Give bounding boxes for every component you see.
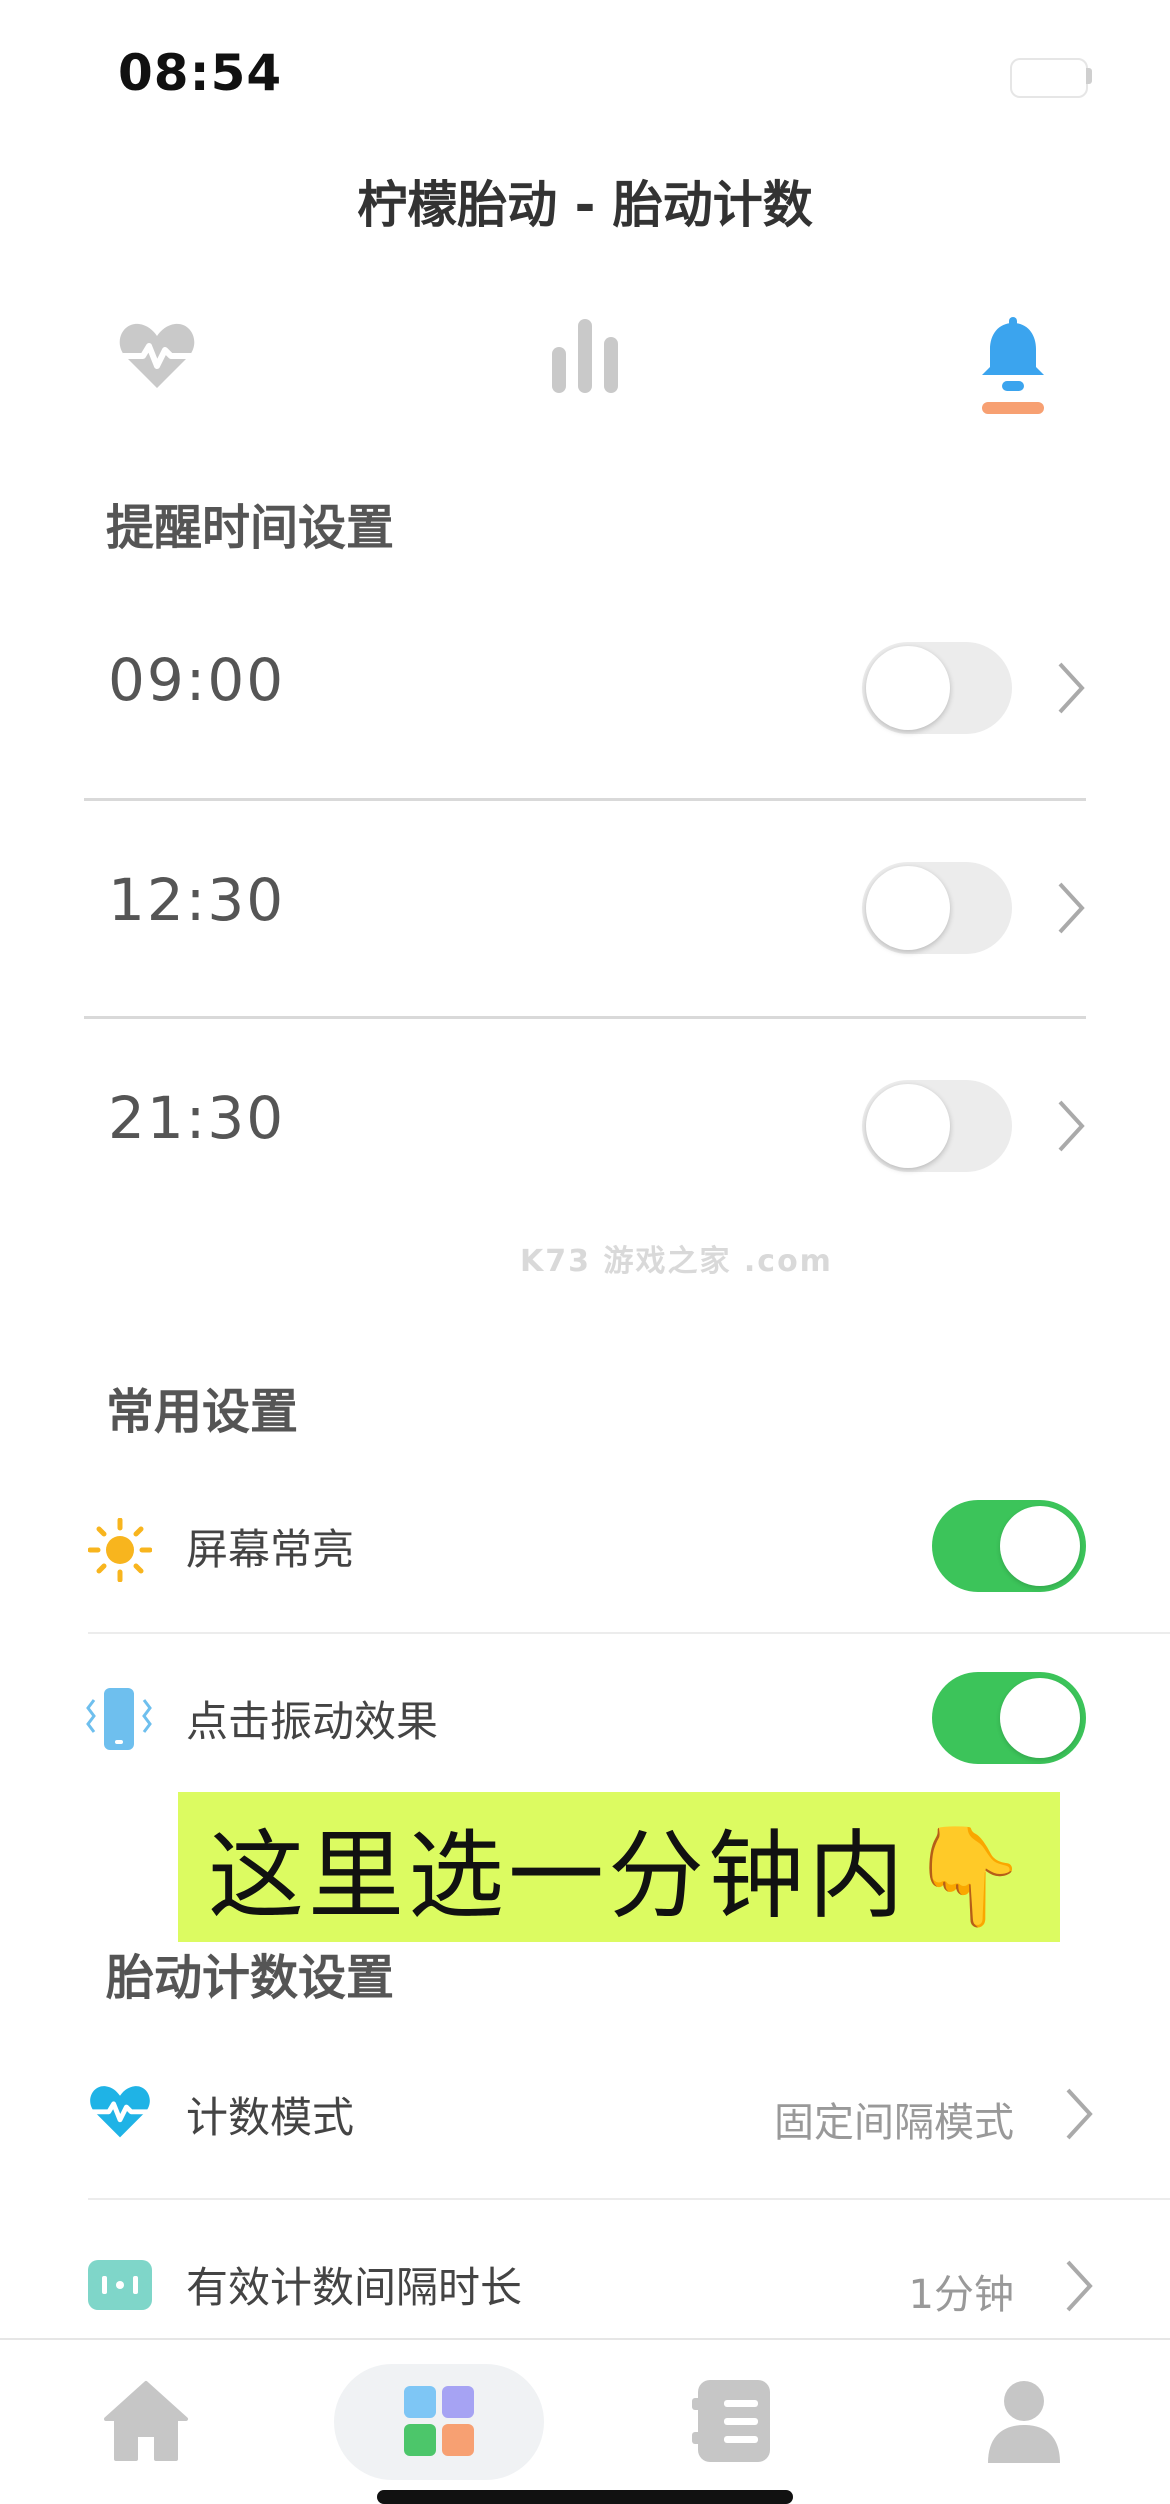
toggle-knob xyxy=(1000,1506,1080,1586)
chevron-right-icon[interactable] xyxy=(1050,658,1090,718)
page-title: 柠檬胎动 - 胎动计数 xyxy=(357,176,813,234)
heart-pulse-icon xyxy=(119,323,195,388)
common-section-title: 常用设置 xyxy=(106,1384,299,1440)
annotation-banner: 这里选一分钟内👇 xyxy=(178,1792,1060,1942)
home-icon xyxy=(104,2381,188,2461)
screen-on-toggle[interactable] xyxy=(932,1500,1086,1592)
divider xyxy=(88,1632,1170,1634)
divider xyxy=(84,1016,1086,1019)
reminder-toggle-2[interactable] xyxy=(862,862,1012,954)
interval-icon xyxy=(88,2260,152,2310)
list-icon xyxy=(692,2380,770,2462)
heart-pulse-icon xyxy=(90,2086,150,2138)
annotation-text: 这里选一分钟内👇 xyxy=(208,1819,1032,1932)
reminder-time-3: 21:30 xyxy=(108,1084,286,1152)
count-mode-value[interactable]: 固定间隔模式 xyxy=(680,2090,1014,2148)
chevron-right-icon[interactable] xyxy=(1050,1096,1090,1156)
reminder-toggle-3[interactable] xyxy=(862,1080,1012,1172)
toggle-knob xyxy=(866,866,950,950)
interval-value[interactable]: 1分钟 xyxy=(780,2262,1014,2320)
chevron-right-icon[interactable] xyxy=(1058,2256,1098,2316)
chevron-right-icon[interactable] xyxy=(1050,878,1090,938)
reminder-time-1: 09:00 xyxy=(108,646,286,714)
phone-vibrate-icon xyxy=(86,1688,152,1750)
status-time: 08:54 xyxy=(118,44,283,102)
bell-icon xyxy=(982,317,1044,391)
divider xyxy=(88,2198,1170,2200)
active-tab-indicator xyxy=(982,402,1044,414)
toggle-knob xyxy=(866,1084,950,1168)
tab-heart[interactable] xyxy=(102,300,212,410)
user-icon xyxy=(988,2381,1060,2463)
vibration-toggle[interactable] xyxy=(932,1672,1086,1764)
fetal-section-title: 胎动计数设置 xyxy=(106,1950,395,2006)
bar-chart-icon xyxy=(552,319,618,393)
nav-records[interactable] xyxy=(672,2366,792,2476)
vibration-label: 点击振动效果 xyxy=(186,1697,439,1746)
reminder-toggle-1[interactable] xyxy=(862,642,1012,734)
nav-tools[interactable] xyxy=(379,2366,499,2476)
tab-stats[interactable] xyxy=(530,300,640,410)
tab-reminder[interactable] xyxy=(958,300,1068,410)
sun-icon xyxy=(88,1518,152,1582)
screen-on-label: 屏幕常亮 xyxy=(186,1525,355,1574)
nav-profile[interactable] xyxy=(964,2366,1084,2476)
reminder-time-2: 12:30 xyxy=(108,866,286,934)
interval-label: 有效计数间隔时长 xyxy=(186,2263,523,2312)
count-mode-label: 计数模式 xyxy=(186,2093,355,2142)
watermark: K73 游戏之家 .com xyxy=(520,1244,833,1279)
battery-tip xyxy=(1086,68,1092,84)
grid-icon xyxy=(404,2386,474,2456)
battery-icon xyxy=(1010,58,1088,98)
reminder-section-title: 提醒时间设置 xyxy=(106,500,395,556)
divider xyxy=(84,798,1086,801)
chevron-right-icon[interactable] xyxy=(1058,2084,1098,2144)
toggle-knob xyxy=(866,646,950,730)
nav-home[interactable] xyxy=(86,2366,206,2476)
toggle-knob xyxy=(1000,1678,1080,1758)
